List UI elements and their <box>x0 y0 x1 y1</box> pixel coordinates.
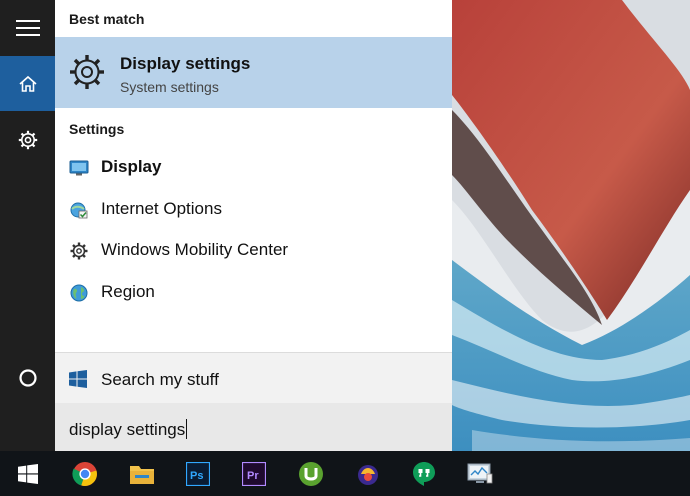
internet-options-icon <box>70 202 88 219</box>
start-button[interactable] <box>4 451 52 496</box>
premiere-icon: Pr <box>242 461 266 486</box>
chrome-icon <box>72 461 97 486</box>
system-monitor-icon <box>467 463 493 483</box>
settings-icon <box>18 130 37 149</box>
hangouts-icon <box>413 461 435 486</box>
taskbar: Ps Pr <box>0 451 690 496</box>
chrome-taskbar-button[interactable] <box>61 451 109 496</box>
system-monitor-taskbar-button[interactable] <box>456 451 504 496</box>
cortana-icon <box>18 368 37 387</box>
search-input[interactable]: display settings <box>69 419 188 440</box>
settings-header: Settings <box>69 121 125 137</box>
settings-item-region[interactable]: Region <box>55 272 452 312</box>
settings-item-display[interactable]: Display <box>55 147 452 187</box>
app-taskbar-button[interactable] <box>344 451 392 496</box>
home-button[interactable] <box>0 56 55 111</box>
search-input-text: display settings <box>69 420 186 439</box>
cortana-button[interactable] <box>0 350 55 405</box>
settings-button[interactable] <box>0 112 55 167</box>
settings-item-label: Display <box>101 157 162 176</box>
start-search-panel: Best match Display settings System setti… <box>55 0 452 451</box>
search-my-stuff-label: Search my stuff <box>101 370 219 389</box>
windows-logo-icon <box>69 370 87 388</box>
svg-text:Pr: Pr <box>247 470 259 482</box>
app-icon <box>358 464 378 485</box>
windows-start-icon <box>18 463 38 484</box>
hamburger-menu-icon <box>15 20 40 36</box>
mobility-center-icon <box>70 242 88 260</box>
search-results: Best match Display settings System setti… <box>55 0 452 352</box>
settings-item-internet-options[interactable]: Internet Options <box>55 189 452 229</box>
search-box[interactable]: display settings <box>55 403 452 451</box>
gear-icon <box>70 55 104 89</box>
display-icon <box>69 160 89 176</box>
utorrent-icon <box>299 461 323 486</box>
hamburger-menu-button[interactable] <box>0 0 55 56</box>
svg-text:Ps: Ps <box>190 470 203 482</box>
best-match-title: Display settings <box>120 54 251 73</box>
globe-icon <box>70 284 88 302</box>
best-match-header: Best match <box>69 11 145 27</box>
file-explorer-icon <box>130 465 154 484</box>
best-match-item[interactable]: Display settings System settings <box>55 37 452 108</box>
best-match-subtitle: System settings <box>120 79 219 95</box>
photoshop-taskbar-button[interactable]: Ps <box>174 451 222 496</box>
file-explorer-taskbar-button[interactable] <box>118 451 166 496</box>
settings-item-label: Region <box>101 282 155 301</box>
text-caret <box>186 419 188 439</box>
photoshop-icon: Ps <box>186 461 210 486</box>
home-icon <box>18 75 37 92</box>
settings-item-windows-mobility-center[interactable]: Windows Mobility Center <box>55 230 452 270</box>
premiere-taskbar-button[interactable]: Pr <box>230 451 278 496</box>
settings-item-label: Internet Options <box>101 199 222 218</box>
settings-item-label: Windows Mobility Center <box>101 240 289 259</box>
hangouts-taskbar-button[interactable] <box>400 451 448 496</box>
desktop-wallpaper <box>452 0 690 451</box>
start-rail <box>0 0 55 451</box>
utorrent-taskbar-button[interactable] <box>287 451 335 496</box>
search-my-stuff-button[interactable]: Search my stuff <box>55 353 452 403</box>
